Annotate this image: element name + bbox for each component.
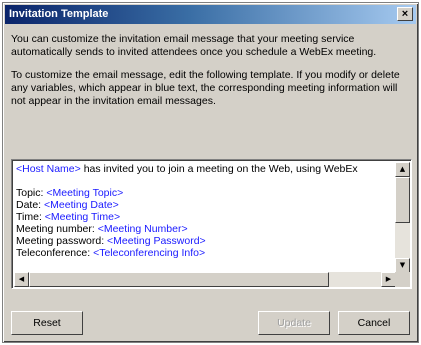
template-line-time: Time: <Meeting Time> — [16, 211, 394, 223]
variable-meeting-number: <Meeting Number> — [97, 223, 188, 235]
variable-host-name: <Host Name> — [16, 163, 81, 175]
template-line-topic: Topic: <Meeting Topic> — [16, 187, 394, 199]
topic-label: Topic: — [16, 187, 47, 199]
cancel-button[interactable]: Cancel — [338, 311, 410, 335]
arrow-down-icon[interactable]: ▼ — [395, 258, 410, 273]
vertical-scrollbar[interactable]: ▲ ▼ — [395, 162, 410, 273]
template-line-number: Meeting number: <Meeting Number> — [16, 223, 394, 235]
number-label: Meeting number: — [16, 223, 98, 235]
horizontal-scroll-thumb[interactable] — [29, 272, 329, 287]
variable-meeting-password: <Meeting Password> — [107, 235, 206, 247]
template-line-date: Date: <Meeting Date> — [16, 199, 394, 211]
arrow-right-icon[interactable]: ▶ — [381, 272, 396, 287]
resize-grip — [395, 272, 410, 287]
variable-meeting-date: <Meeting Date> — [44, 199, 119, 211]
variable-meeting-topic: <Meeting Topic> — [46, 187, 124, 199]
intro-text: has invited you to join a meeting on the… — [80, 163, 358, 175]
time-label: Time: — [16, 211, 45, 223]
template-line-intro: <Host Name> has invited you to join a me… — [16, 163, 394, 175]
teleconference-label: Teleconference: — [16, 247, 94, 259]
template-line-password: Meeting password: <Meeting Password> — [16, 235, 394, 247]
variable-teleconference-info: <Teleconferencing Info> — [93, 247, 206, 259]
description-paragraph-2: To customize the email message, edit the… — [11, 69, 400, 107]
template-editor-box[interactable]: <Host Name> has invited you to join a me… — [11, 159, 412, 289]
description-paragraph-1: You can customize the invitation email m… — [11, 33, 377, 58]
reset-button[interactable]: Reset — [11, 311, 83, 335]
password-label: Meeting password: — [16, 235, 108, 247]
arrow-left-icon[interactable]: ◀ — [14, 272, 29, 287]
variable-meeting-time: <Meeting Time> — [44, 211, 121, 223]
horizontal-scrollbar[interactable]: ◀ ▶ — [14, 272, 396, 287]
arrow-up-icon[interactable]: ▲ — [395, 162, 410, 177]
date-label: Date: — [16, 199, 45, 211]
close-icon[interactable]: × — [397, 7, 413, 21]
title-bar: Invitation Template × — [5, 5, 416, 24]
window-title: Invitation Template — [9, 8, 109, 20]
vertical-scroll-thumb[interactable] — [395, 177, 410, 223]
update-button[interactable]: Update — [258, 311, 330, 335]
template-line-teleconference: Teleconference: <Teleconferencing Info> — [16, 247, 394, 259]
template-text-area[interactable]: <Host Name> has invited you to join a me… — [16, 163, 394, 271]
